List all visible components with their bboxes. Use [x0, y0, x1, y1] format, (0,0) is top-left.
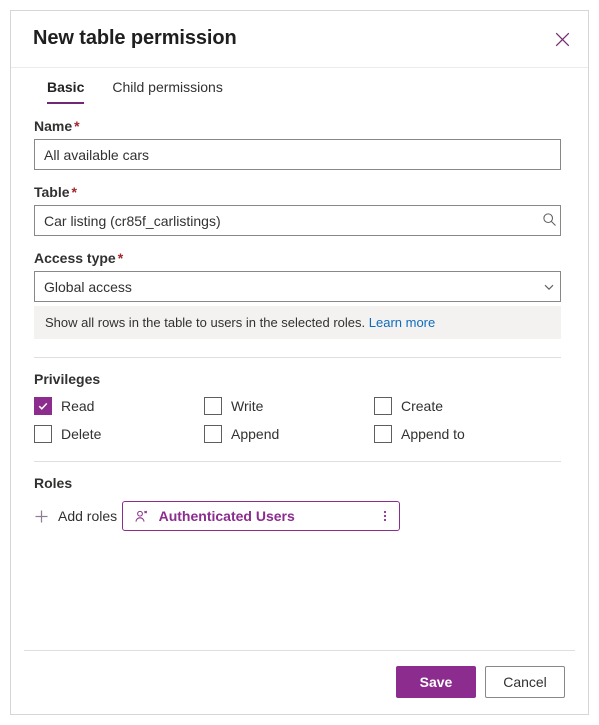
privileges-title: Privileges [34, 371, 101, 387]
privilege-read-checkbox[interactable] [34, 397, 52, 415]
new-table-permission-dialog: New table permission Basic Child permiss… [10, 10, 589, 715]
role-chip-label: Authenticated Users [158, 508, 295, 524]
add-roles-button[interactable]: Add roles [34, 506, 117, 526]
access-type-value: Global access [44, 278, 132, 295]
privilege-delete-checkbox[interactable] [34, 425, 52, 443]
privilege-append-label: Append [231, 426, 280, 442]
privileges-grid: Read Write Create Delete Append Append t… [34, 397, 565, 443]
access-type-field-group: Access type * Global access Show all rows… [34, 250, 565, 339]
page-title: New table permission [33, 27, 237, 49]
add-roles-label: Add roles [58, 508, 118, 524]
more-vertical-icon[interactable] [379, 508, 391, 524]
role-chip-authenticated-users[interactable]: Authenticated Users [121, 501, 400, 531]
table-field-group: Table * [34, 184, 565, 236]
dialog-header: New table permission [11, 11, 588, 68]
dialog-footer: Save Cancel [24, 650, 575, 714]
name-field-group: Name * [34, 118, 565, 170]
privilege-write-checkbox[interactable] [204, 397, 222, 415]
privilege-write[interactable]: Write [204, 397, 374, 415]
privilege-append[interactable]: Append [204, 425, 374, 443]
privilege-write-label: Write [231, 398, 264, 414]
access-type-select[interactable]: Global access [34, 271, 561, 302]
privilege-create-label: Create [401, 398, 444, 414]
name-required-marker: * [74, 118, 80, 134]
table-input-wrap [34, 205, 565, 236]
table-required-marker: * [71, 184, 77, 200]
tab-list: Basic Child permissions [11, 68, 588, 106]
cancel-button[interactable]: Cancel [485, 666, 565, 698]
privilege-delete-label: Delete [61, 426, 102, 442]
access-type-info-banner: Show all rows in the table to users in t… [34, 306, 561, 339]
privilege-create[interactable]: Create [374, 397, 544, 415]
chevron-down-icon[interactable] [534, 272, 564, 301]
tab-basic-label: Basic [47, 79, 85, 95]
close-button[interactable] [546, 23, 578, 55]
access-type-required-marker: * [117, 250, 124, 266]
search-icon [542, 212, 557, 230]
roles-title: Roles [34, 475, 73, 491]
name-label: Name * [34, 118, 565, 134]
privilege-append-to-checkbox[interactable] [374, 425, 392, 443]
roles-divider [34, 461, 561, 462]
privilege-append-to-label: Append to [401, 426, 465, 442]
tab-child-permissions[interactable]: Child permissions [98, 76, 236, 104]
privileges-divider [34, 357, 561, 358]
access-type-label-text: Access type [34, 250, 116, 266]
plus-icon [34, 509, 49, 524]
learn-more-link[interactable]: Learn more [369, 315, 435, 330]
person-icon [134, 509, 149, 524]
close-icon [555, 32, 570, 47]
save-button[interactable]: Save [396, 666, 476, 698]
tab-child-permissions-label: Child permissions [112, 79, 223, 95]
access-type-select-wrap: Global access [34, 271, 565, 302]
access-type-label: Access type * [34, 250, 565, 266]
privilege-read-label: Read [61, 398, 95, 414]
privilege-append-to[interactable]: Append to [374, 425, 544, 443]
table-input[interactable] [34, 205, 561, 236]
tab-basic[interactable]: Basic [33, 76, 98, 104]
privilege-read[interactable]: Read [34, 397, 204, 415]
name-label-text: Name [34, 118, 73, 134]
dialog-body: Name* Table* [11, 106, 588, 650]
table-search-button[interactable] [534, 206, 564, 235]
privilege-append-checkbox[interactable] [204, 425, 222, 443]
table-label-text: Table [34, 184, 70, 200]
table-label: Table * [34, 184, 565, 200]
info-banner-text: Show all rows in the table to users in t… [45, 315, 366, 330]
name-input[interactable] [34, 139, 561, 170]
privilege-delete[interactable]: Delete [34, 425, 204, 443]
privilege-create-checkbox[interactable] [374, 397, 392, 415]
name-input-wrap [34, 139, 565, 170]
